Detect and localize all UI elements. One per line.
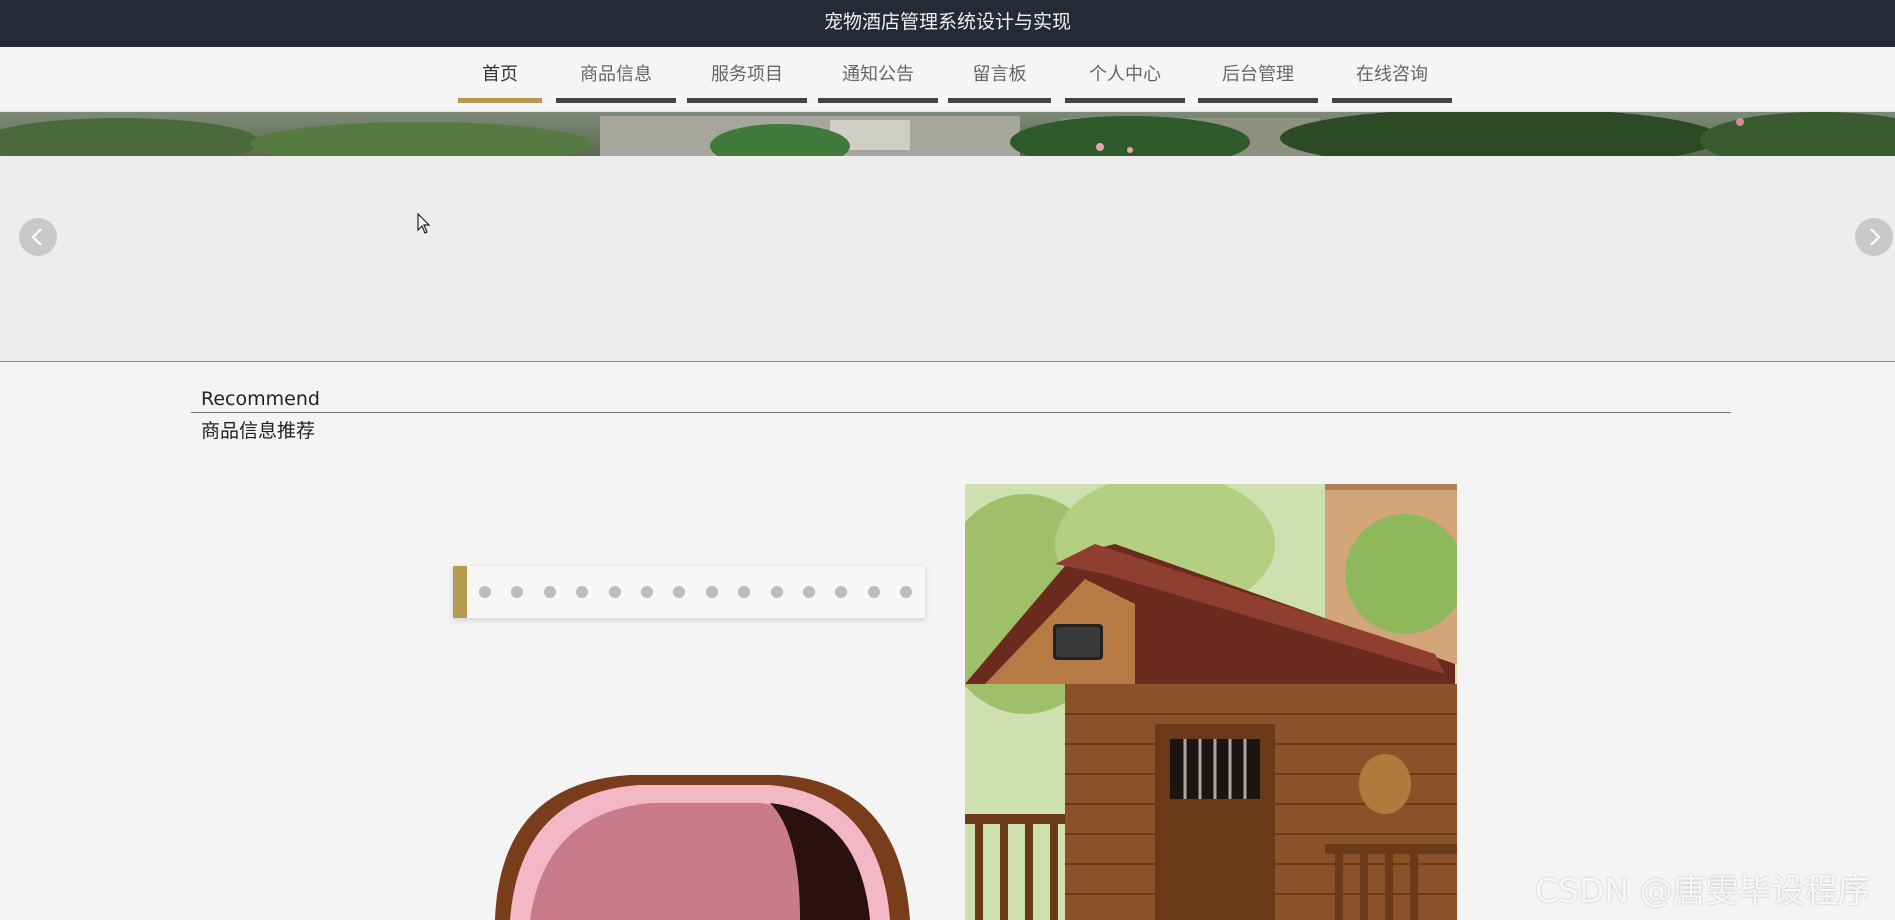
chevron-left-icon (31, 228, 42, 246)
section-divider (191, 412, 1731, 413)
chevron-right-icon (1870, 228, 1881, 246)
recommend-title-en: Recommend (201, 388, 320, 410)
csdn-watermark: CSDN @唐雯毕设程序 (1535, 871, 1871, 910)
mouse-cursor-icon (417, 213, 431, 234)
site-title: 宠物酒店管理系统设计与实现 (823, 11, 1071, 33)
carousel-dot[interactable] (511, 586, 524, 598)
product-image-pet-house[interactable] (965, 484, 1457, 920)
nav-item-services[interactable]: 服务项目 (687, 47, 807, 103)
carousel-dot[interactable] (803, 586, 815, 598)
carousel-dot[interactable] (738, 586, 751, 598)
carousel-dot[interactable] (479, 586, 491, 598)
site-header: 宠物酒店管理系统设计与实现 (0, 0, 1895, 47)
pet-bed-image (480, 773, 920, 920)
nav-item-message-board[interactable]: 留言板 (948, 47, 1051, 103)
banner-image (0, 112, 1895, 156)
banner-next-button[interactable] (1855, 218, 1893, 256)
carousel-dot[interactable] (673, 586, 686, 598)
pet-house-image (965, 484, 1457, 920)
nav-item-online-consult[interactable]: 在线咨询 (1332, 47, 1452, 103)
banner-carousel[interactable] (0, 112, 1895, 362)
nav-item-products[interactable]: 商品信息 (556, 47, 676, 103)
nav-item-notices[interactable]: 通知公告 (818, 47, 938, 103)
carousel-dot[interactable] (867, 586, 880, 598)
carousel-dot[interactable] (641, 586, 653, 598)
carousel-dot[interactable] (705, 586, 718, 598)
nav-item-personal-center[interactable]: 个人中心 (1065, 47, 1185, 103)
carousel-dot[interactable] (770, 586, 783, 598)
pagination-accent (453, 566, 467, 618)
nav-item-home[interactable]: 首页 (458, 47, 542, 103)
carousel-pagination (453, 566, 925, 618)
carousel-dot[interactable] (543, 586, 556, 598)
carousel-dot[interactable] (835, 586, 848, 598)
carousel-dot[interactable] (576, 586, 589, 598)
product-image-pet-bed[interactable] (480, 773, 920, 920)
carousel-dot[interactable] (608, 586, 621, 598)
carousel-dot[interactable] (900, 586, 913, 598)
recommend-title-cn: 商品信息推荐 (201, 420, 316, 442)
main-nav: 首页 商品信息 服务项目 通知公告 留言板 个人中心 后台管理 在线咨询 (0, 47, 1895, 112)
nav-item-admin[interactable]: 后台管理 (1198, 47, 1318, 103)
banner-prev-button[interactable] (19, 218, 57, 256)
